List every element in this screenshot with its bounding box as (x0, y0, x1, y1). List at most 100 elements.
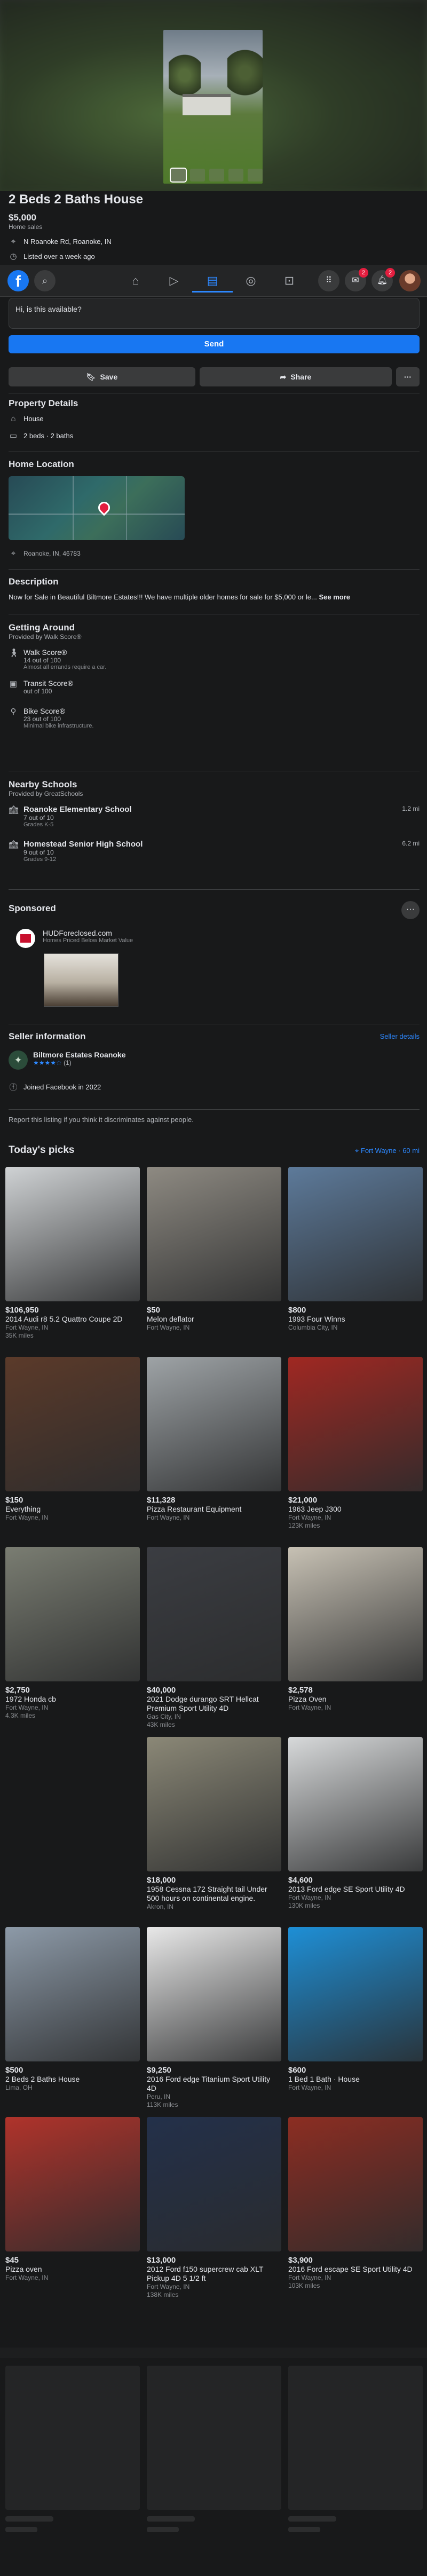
pick-price: $11,328 (147, 1496, 176, 1505)
photo-thumbnail[interactable] (170, 168, 187, 183)
pick-card[interactable]: $40,000 2021 Dodge durango SRT Hellcat Pr… (147, 1547, 281, 1737)
pick-card[interactable]: $50 Melon deflator Fort Wayne, IN (147, 1167, 281, 1357)
map-road (126, 476, 127, 540)
profile-avatar[interactable] (399, 270, 421, 291)
listing-main-photo[interactable] (163, 30, 263, 184)
photo-thumbnail[interactable] (190, 169, 205, 181)
pick-image[interactable] (288, 1737, 423, 1871)
school-item[interactable]: 🏫︎ Roanoke Elementary School 7 out of 10… (9, 805, 420, 828)
location-row: ⌖ Roanoke, IN, 46783 (9, 549, 420, 558)
pick-card[interactable]: $2,578 Pizza Oven Fort Wayne, IN (288, 1547, 423, 1737)
pick-image[interactable] (288, 1167, 423, 1301)
pick-card[interactable]: $106,950 2014 Audi r8 5.2 Quattro Coupe 2… (5, 1167, 140, 1357)
house-icon: ⌂ (11, 414, 16, 423)
messenger-badge: 2 (359, 268, 368, 278)
pick-price: $106,950 (5, 1306, 39, 1315)
home-location-heading: Home Location (9, 459, 74, 469)
ad-tagline: Homes Priced Below Market Value (43, 937, 133, 944)
pick-title: Pizza Oven (288, 1695, 327, 1703)
loading-skeleton (0, 2348, 427, 2576)
pick-image[interactable] (5, 1167, 140, 1301)
school-item[interactable]: 🏫︎ Homestead Senior High School 9 out of… (9, 840, 420, 863)
divider (9, 889, 420, 890)
pick-title: Melon deflator (147, 1315, 194, 1323)
picks-location-filter[interactable]: ⌖ Fort Wayne · 60 mi (355, 1147, 420, 1155)
sponsored-more-button[interactable]: ··· (401, 901, 420, 919)
listing-date-row: ◷ Listed over a week ago (9, 251, 420, 261)
pick-card[interactable]: $4,600 2013 Ford edge SE Sport Utility 4D… (288, 1737, 423, 1927)
photo-thumbnail[interactable] (248, 169, 263, 181)
photo-thumbnail[interactable] (228, 169, 243, 181)
pick-image[interactable] (288, 2117, 423, 2251)
listing-price: $5,000 (9, 212, 36, 223)
pick-card[interactable]: $800 1993 Four Winns Columbia City, IN (288, 1167, 423, 1357)
video-icon[interactable]: ▷ (154, 269, 194, 293)
pick-card[interactable]: $11,328 Pizza Restaurant Equipment Fort Wa… (147, 1357, 281, 1547)
save-button[interactable]: 🔖︎ Save (9, 367, 195, 386)
pick-image[interactable] (147, 2117, 281, 2251)
pick-image[interactable] (147, 1167, 281, 1301)
pick-card[interactable]: $9,250 2016 Ford edge Titanium Sport Util… (147, 1927, 281, 2117)
seller-profile[interactable]: ✦ Biltmore Estates Roanoke ★★★★☆ (1) (9, 1050, 420, 1070)
pick-location: Fort Wayne, IN (5, 1704, 49, 1711)
pick-image[interactable] (5, 1357, 140, 1491)
groups-icon[interactable]: ◎ (231, 269, 271, 293)
advertiser-logo-icon (16, 929, 35, 948)
bike-icon: ⚲ (10, 707, 17, 716)
sponsored-ad[interactable]: HUDForeclosed.com Homes Priced Below Mar… (16, 929, 420, 948)
advertiser-name: HUDForeclosed.com (43, 929, 112, 937)
pick-card[interactable]: $150 Everything Fort Wayne, IN (5, 1357, 140, 1547)
pick-card[interactable]: $18,000 1958 Cessna 172 Straight tail Und… (147, 1737, 281, 1927)
message-seller-card: Hi, is this available? Send (9, 298, 420, 353)
pick-card[interactable]: $600 1 Bed 1 Bath · House Fort Wayne, IN (288, 1927, 423, 2117)
pick-image[interactable] (147, 1927, 281, 2061)
pick-card[interactable]: $45 Pizza oven Fort Wayne, IN (5, 2117, 140, 2307)
pick-image[interactable] (288, 1357, 423, 1491)
school-icon: 🏫︎ (9, 805, 19, 815)
see-more-link[interactable]: See more (319, 593, 350, 601)
photo-thumbnail[interactable] (209, 169, 224, 181)
notifications-bell-icon[interactable]: 🔔︎ 2 (371, 268, 395, 291)
pick-price: $4,600 (288, 1876, 313, 1885)
seller-details-link[interactable]: Seller details (380, 1032, 420, 1040)
pick-image[interactable] (147, 1547, 281, 1681)
pick-card[interactable]: $3,900 2016 Ford escape SE Sport Utility … (288, 2117, 423, 2307)
listing-photo-viewer[interactable] (0, 0, 427, 191)
home-icon[interactable]: ⌂ (115, 269, 156, 293)
send-button[interactable]: Send (9, 335, 420, 353)
facebook-circle-icon: ⓕ (9, 1083, 18, 1092)
pick-image[interactable] (288, 1927, 423, 2061)
pick-image[interactable] (5, 1547, 140, 1681)
menu-grid-icon[interactable]: ⠿ (318, 270, 339, 291)
pick-image[interactable] (5, 2117, 140, 2251)
property-type-row: ⌂ House (9, 414, 420, 423)
pick-card[interactable]: $500 2 Beds 2 Baths House Lima, OH (5, 1927, 140, 2117)
pick-image[interactable] (5, 1927, 140, 2061)
pick-image[interactable] (288, 1547, 423, 1681)
facebook-logo-icon[interactable]: f (7, 270, 29, 291)
pick-price: $9,250 (147, 2066, 171, 2075)
pick-image[interactable] (147, 1737, 281, 1871)
messenger-icon[interactable]: ✉ 2 (345, 268, 368, 291)
pick-mileage: 138K miles (147, 2291, 179, 2298)
location-place: Roanoke, IN, 46783 (23, 549, 81, 557)
marketplace-icon[interactable]: ▤ (192, 269, 233, 293)
pick-card[interactable]: $21,000 1963 Jeep J300 Fort Wayne, IN 123K … (288, 1357, 423, 1547)
pick-price: $2,578 (288, 1686, 313, 1695)
pick-image[interactable] (147, 1357, 281, 1491)
more-options-button[interactable]: ··· (396, 367, 420, 386)
message-input[interactable]: Hi, is this available? (9, 298, 420, 329)
pick-card[interactable]: $13,000 2012 Ford f150 supercrew cab XLT … (147, 2117, 281, 2307)
bike-score-note: Minimal bike infrastructure. (23, 723, 94, 729)
ad-image[interactable] (44, 953, 118, 1007)
location-map[interactable] (9, 476, 185, 540)
pick-card[interactable]: $2,750 1972 Honda cb Fort Wayne, IN 4.3K mi… (5, 1547, 140, 1737)
search-icon[interactable]: ⌕ (34, 270, 56, 291)
pick-location: Akron, IN (147, 1903, 174, 1910)
pick-location: Peru, IN (147, 2093, 171, 2100)
report-listing-text[interactable]: Report this listing if you think it disc… (9, 1116, 420, 1124)
school-rating: 9 out of 10 (23, 849, 54, 856)
gaming-icon[interactable]: ⊡ (269, 269, 310, 293)
share-button[interactable]: ➦ Share (200, 367, 392, 386)
pick-title: 2021 Dodge durango SRT Hellcat Premium S… (147, 1695, 259, 1712)
